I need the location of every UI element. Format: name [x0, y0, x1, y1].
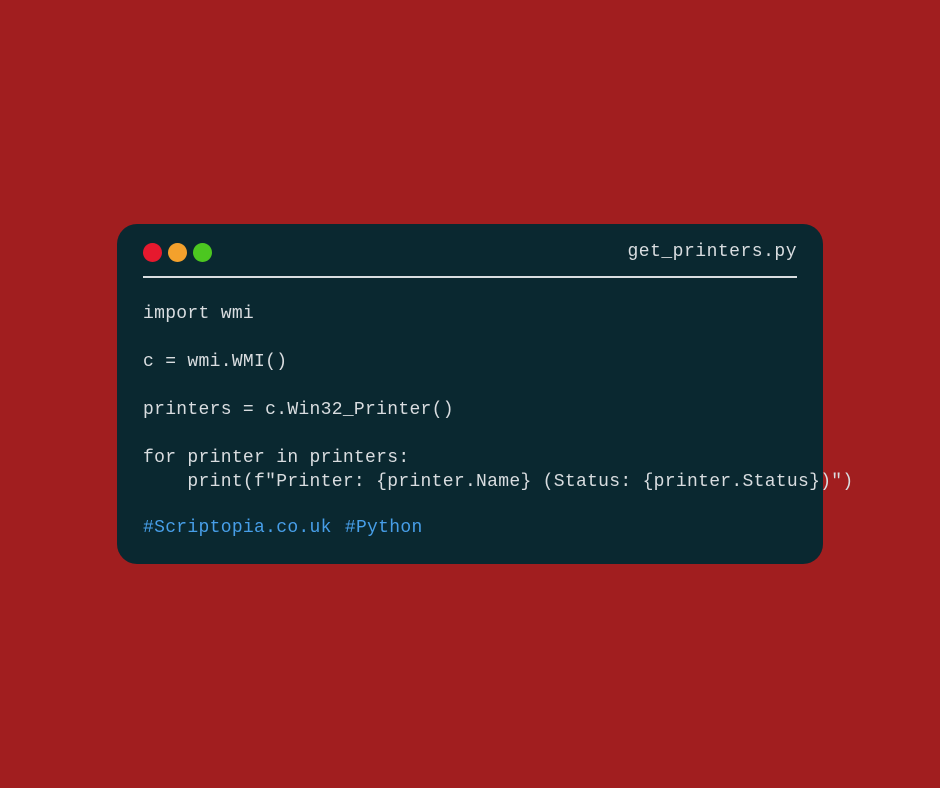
maximize-icon[interactable] [193, 243, 212, 262]
code-content: import wmi c = wmi.WMI() printers = c.Wi… [143, 302, 797, 494]
close-icon[interactable] [143, 243, 162, 262]
hashtags-line: #Scriptopia.co.uk #Python [143, 518, 797, 538]
window-title: get_printers.py [627, 242, 797, 262]
hashtag-python: #Python [345, 518, 423, 538]
code-window: get_printers.py import wmi c = wmi.WMI()… [117, 224, 823, 564]
traffic-lights [143, 243, 212, 262]
hashtag-scriptopia: #Scriptopia.co.uk [143, 518, 332, 538]
minimize-icon[interactable] [168, 243, 187, 262]
window-titlebar: get_printers.py [143, 242, 797, 278]
